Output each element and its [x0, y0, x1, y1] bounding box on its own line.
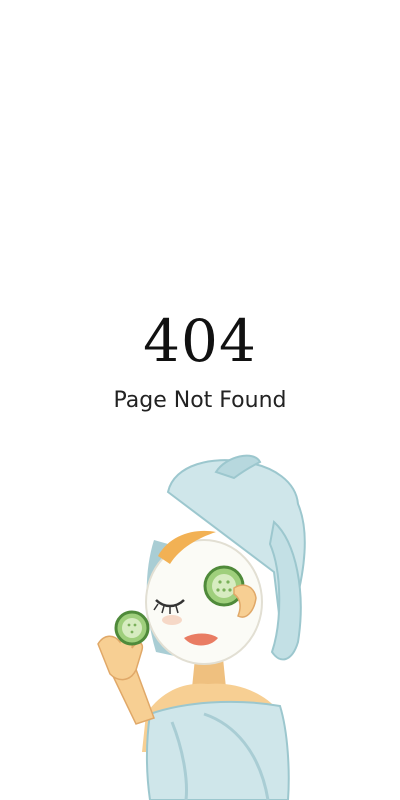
- not-found-page: 404 Page Not Found: [0, 0, 400, 800]
- body-towel: [146, 700, 290, 800]
- error-message: Page Not Found: [113, 388, 287, 413]
- spa-woman-illustration: [97, 454, 306, 800]
- error-code: 404: [143, 307, 257, 375]
